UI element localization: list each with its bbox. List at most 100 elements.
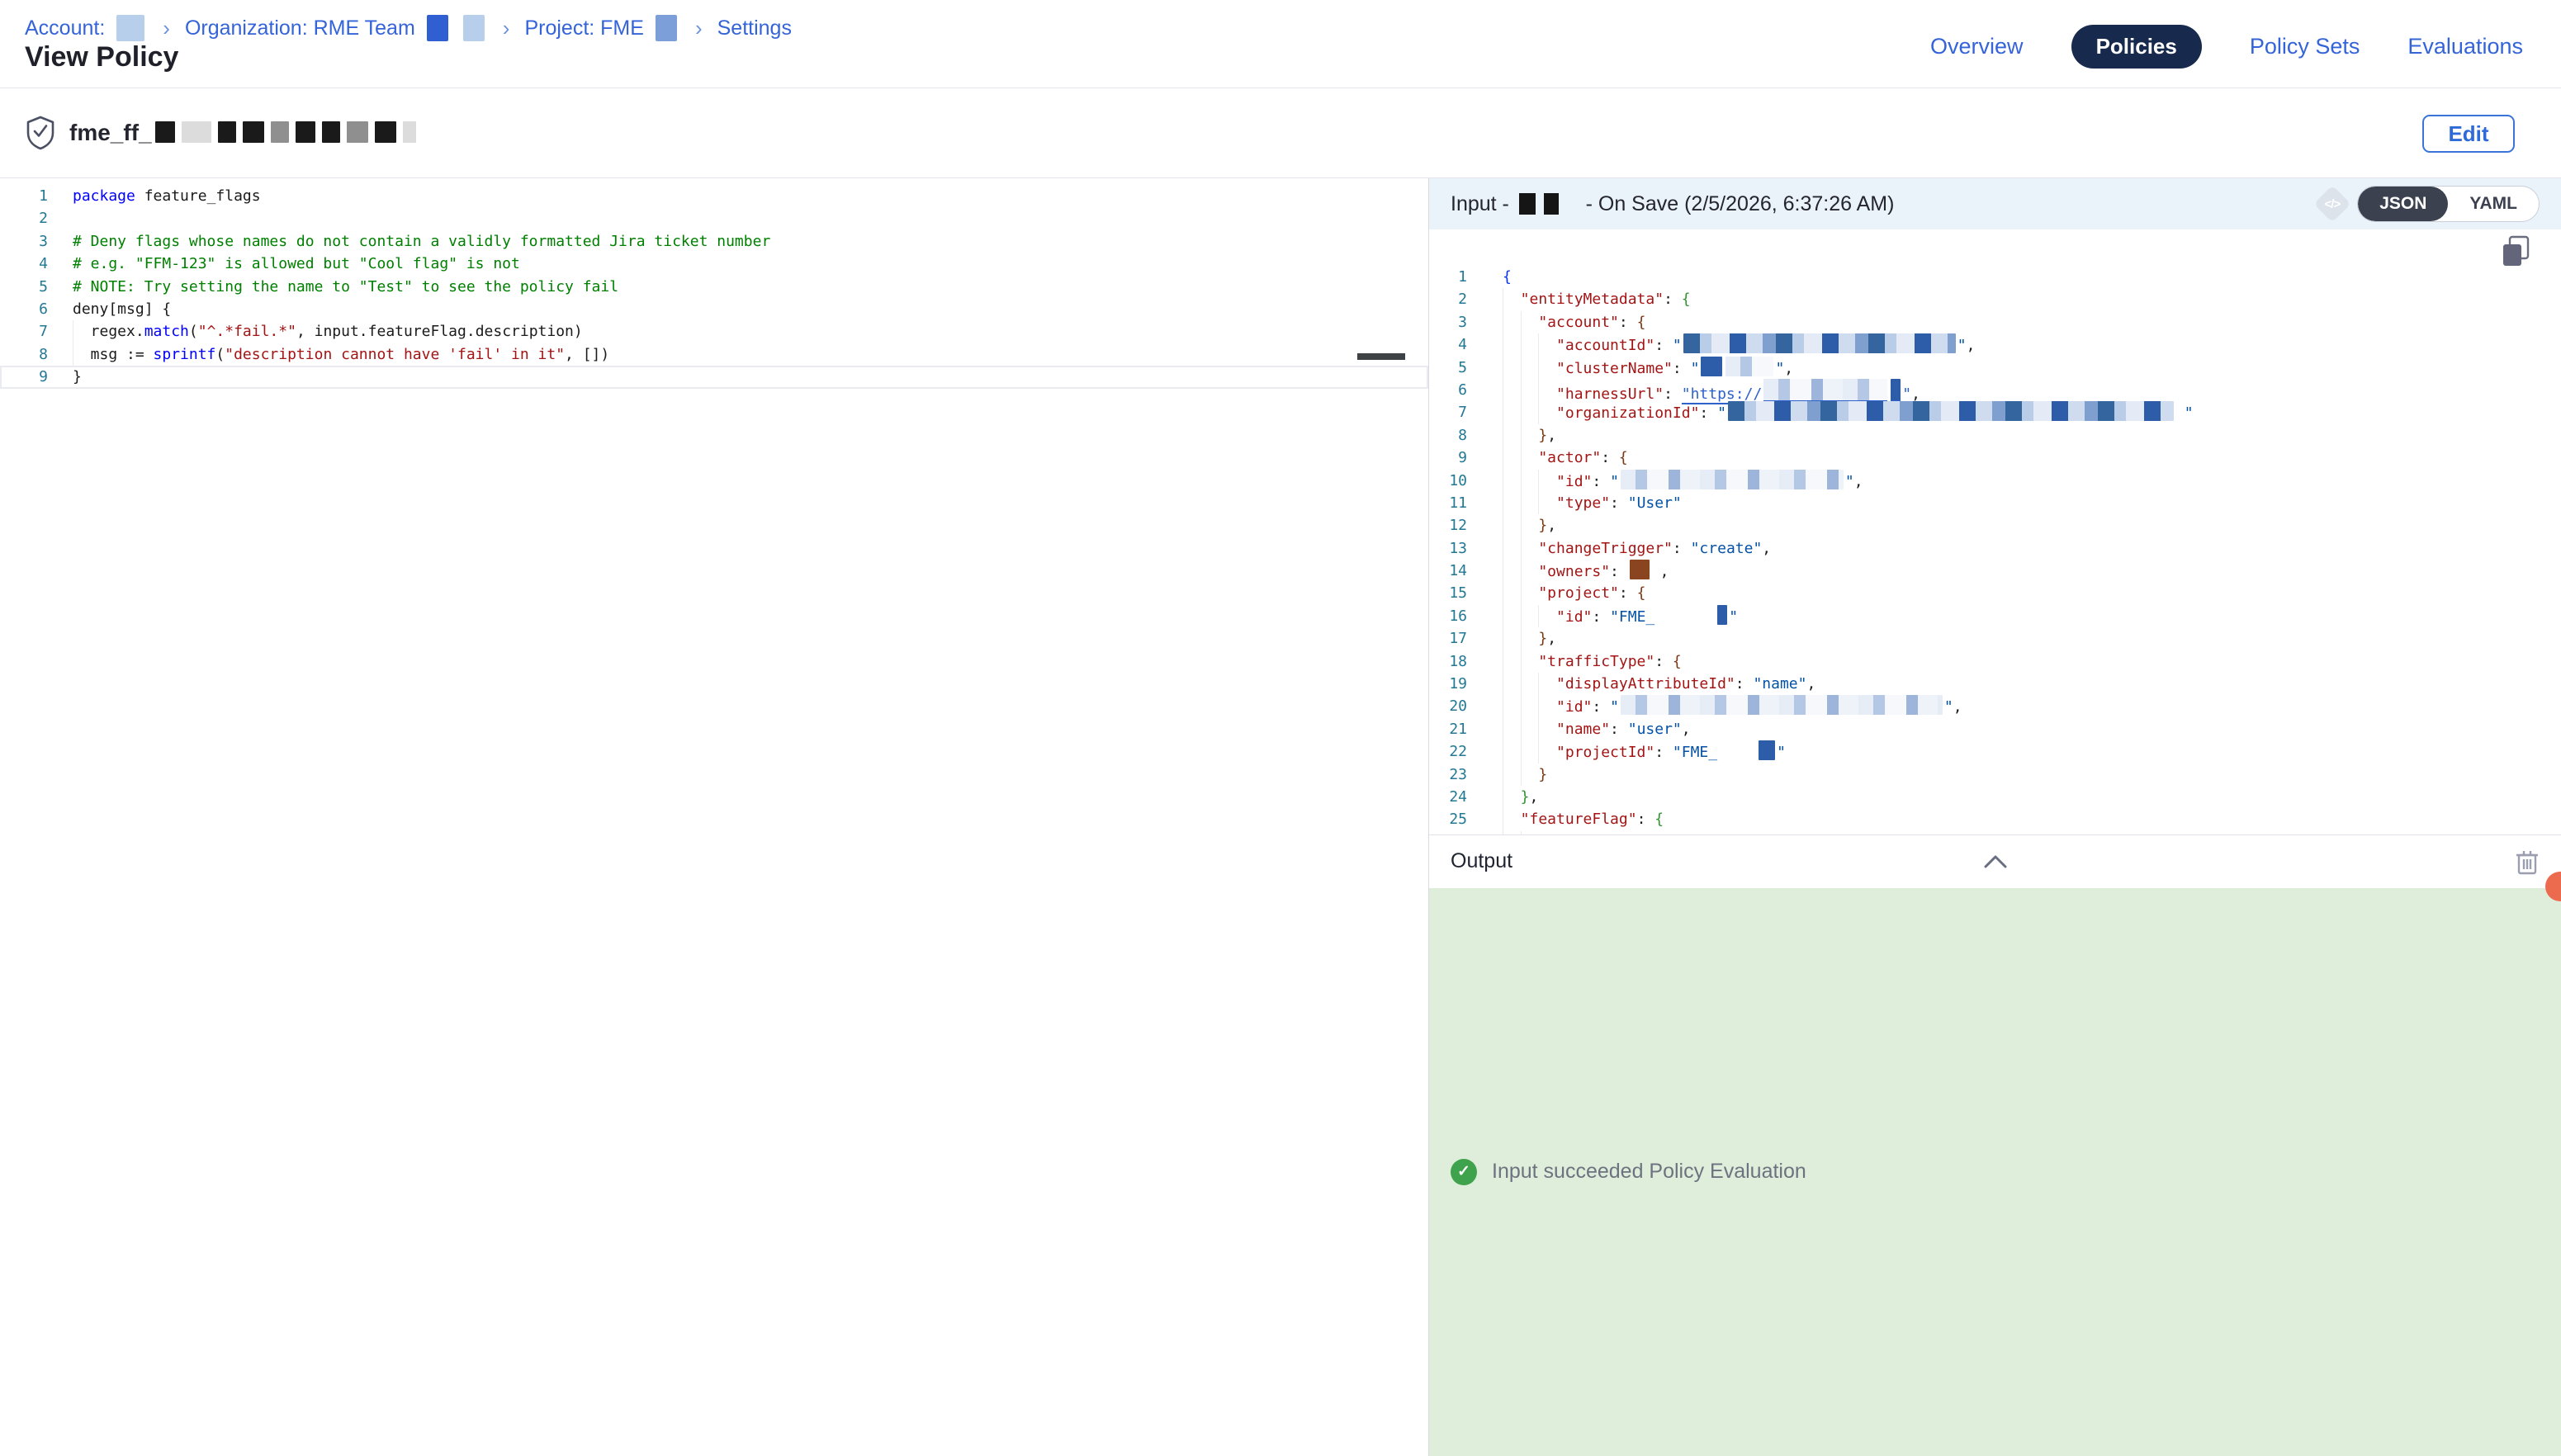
code-line: 24}, — [1429, 786, 2561, 808]
code-line: 5# NOTE: Try setting the name to "Test" … — [0, 276, 1428, 298]
code-line: 13"changeTrigger": "create", — [1429, 537, 2561, 560]
line-number: 5 — [0, 276, 48, 298]
code-token: , — [1911, 385, 1920, 403]
code-token: : — [1664, 291, 1682, 308]
scrollbar-cursor-mark — [1357, 353, 1405, 360]
breadcrumb-redacted-block — [427, 15, 448, 41]
page-header: Account:›Organization: RME Team›Project:… — [0, 0, 2561, 88]
policy-name-redacted-block — [271, 121, 289, 143]
success-check-icon: ✓ — [1451, 1159, 1477, 1185]
code-line: 8msg := sprintf("description cannot have… — [0, 343, 1428, 366]
code-line: 2 — [0, 207, 1428, 229]
shield-check-icon — [25, 115, 56, 151]
code-line: 2"entityMetadata": { — [1429, 288, 2561, 310]
collapse-chevron-icon[interactable] — [1983, 854, 2008, 869]
line-number: 1 — [1429, 266, 1467, 288]
line-number: 14 — [1429, 560, 1467, 582]
code-line: 6deny[msg] { — [0, 298, 1428, 320]
policy-title-bar: fme_ff_ Edit — [0, 88, 2561, 178]
format-toggle: JSON YAML — [2357, 186, 2540, 222]
input-title-redacted-block — [1544, 193, 1559, 215]
code-line: 21"name": "user", — [1429, 718, 2561, 740]
code-token: "id" — [1556, 698, 1592, 716]
toggle-yaml[interactable]: YAML — [2448, 187, 2539, 221]
code-token: , — [1547, 630, 1556, 647]
code-token: { — [1637, 314, 1646, 331]
code-token: "id" — [1556, 608, 1592, 626]
code-token: : — [1654, 337, 1673, 354]
policy-name-redacted-block — [403, 121, 416, 143]
code-line: 14"owners": , — [1429, 560, 2561, 582]
policy-name-redacted-block — [155, 121, 175, 143]
line-number: 3 — [1429, 311, 1467, 333]
code-line: 11"type": "User" — [1429, 492, 2561, 514]
policy-name-redacted — [152, 120, 419, 146]
line-number: 16 — [1429, 605, 1467, 627]
code-token: msg := — [91, 346, 154, 363]
code-line: 18"trafficType": { — [1429, 650, 2561, 673]
line-number: 8 — [0, 343, 48, 366]
breadcrumb-separator: › — [503, 16, 510, 41]
code-token: # Deny flags whose names do not contain … — [73, 233, 770, 250]
trash-icon[interactable] — [2515, 848, 2540, 876]
tab-overview[interactable]: Overview — [1930, 34, 2024, 59]
code-token: } — [1538, 766, 1547, 783]
code-line: 7"organizationId": " " — [1429, 401, 2561, 423]
policy-code-editor[interactable]: 1package feature_flags23# Deny flags who… — [0, 178, 1428, 1456]
line-number: 20 — [1429, 695, 1467, 717]
code-token: sprintf — [154, 346, 216, 363]
code-token: "actor" — [1538, 449, 1601, 466]
code-token: : — [1654, 653, 1673, 670]
code-line: 4# e.g. "FFM-123" is allowed but "Cool f… — [0, 253, 1428, 275]
code-token: } — [73, 368, 82, 385]
code-token: "project" — [1538, 584, 1619, 602]
breadcrumb-link[interactable]: Project: FME — [524, 17, 643, 40]
tab-policy-sets[interactable]: Policy Sets — [2250, 34, 2360, 59]
policy-name: fme_ff_ — [69, 120, 419, 146]
code-token: : — [1673, 360, 1691, 377]
code-token: " — [1729, 608, 1738, 626]
code-token: , — [1530, 788, 1539, 806]
code-token: regex. — [91, 323, 144, 340]
line-number: 8 — [1429, 424, 1467, 447]
code-token: { — [1619, 449, 1628, 466]
code-token: , — [1651, 563, 1669, 580]
redacted-value — [1719, 740, 1755, 760]
code-token: "accountId" — [1556, 337, 1654, 354]
code-token: , — [1953, 698, 1962, 716]
tab-evaluations[interactable]: Evaluations — [2407, 34, 2523, 59]
policy-name-redacted-block — [375, 121, 396, 143]
toggle-json[interactable]: JSON — [2358, 187, 2448, 221]
breadcrumb-redacted-block — [656, 15, 677, 41]
breadcrumb-link[interactable]: Account: — [25, 17, 105, 40]
breadcrumb-redacted-block — [463, 15, 485, 41]
redacted-value — [1656, 605, 1714, 625]
code-line: 19"displayAttributeId": "name", — [1429, 673, 2561, 695]
code-token: "FME_ — [1673, 744, 1717, 761]
code-line: 23} — [1429, 763, 2561, 786]
breadcrumb-link[interactable]: Organization: RME Team — [185, 17, 415, 40]
code-line: 9} — [0, 366, 1428, 388]
evaluation-result-bar: ✓ Input succeeded Policy Evaluation — [1429, 888, 2561, 1456]
code-line: 8}, — [1429, 424, 2561, 447]
line-number: 9 — [0, 366, 48, 388]
code-token: : — [1619, 584, 1637, 602]
policy-name-redacted-block — [296, 121, 315, 143]
input-title-text: Input - — [1451, 192, 1515, 216]
code-token: "trafficType" — [1538, 653, 1654, 670]
tab-policies[interactable]: Policies — [2071, 25, 2202, 69]
code-token: : — [1735, 675, 1754, 693]
code-token: match — [144, 323, 189, 340]
code-token: " — [1717, 404, 1726, 422]
code-token: " — [1610, 473, 1619, 490]
copy-icon[interactable] — [2500, 234, 2533, 273]
code-token: } — [1538, 427, 1547, 444]
code-line: 12}, — [1429, 514, 2561, 537]
code-token: "featureFlag" — [1521, 811, 1637, 828]
input-json-viewer[interactable]: 1{2"entityMetadata": {3"account": {4"acc… — [1429, 229, 2561, 834]
code-token: "account" — [1538, 314, 1619, 331]
breadcrumb-link[interactable]: Settings — [717, 17, 792, 40]
edit-button[interactable]: Edit — [2422, 115, 2515, 153]
code-token: "^.*fail.*" — [198, 323, 296, 340]
code-token: } — [1538, 630, 1547, 647]
